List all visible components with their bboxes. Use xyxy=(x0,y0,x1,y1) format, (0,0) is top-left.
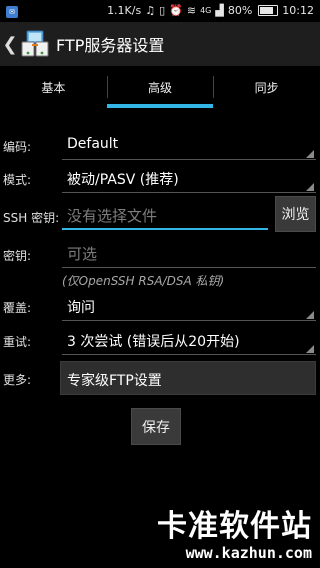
retry-spinner[interactable]: 3 次尝试 (错误后从20开始) xyxy=(62,325,316,355)
status-left: ✉ xyxy=(6,4,18,18)
battery-level xyxy=(260,7,274,14)
status-bar: ✉ 1.1K/s ♫ ▯ ⏰ ≋ 4G ▟ 80% 10:12 xyxy=(0,0,320,22)
chevron-left-icon[interactable]: ❮ xyxy=(2,22,18,66)
signal-icon: ▟ xyxy=(215,4,224,17)
retry-value: 3 次尝试 (错误后从20开始) xyxy=(67,334,240,350)
more-label: 更多: xyxy=(3,373,32,387)
wifi-icon: ≋ xyxy=(186,4,197,17)
mode-value: 被动/PASV (推荐) xyxy=(67,172,179,188)
status-right: 1.1K/s ♫ ▯ ⏰ ≋ 4G ▟ 80% 10:12 xyxy=(107,4,314,17)
expert-settings-label: 专家级FTP设置 xyxy=(67,373,162,389)
passphrase-label: 密钥: xyxy=(3,249,32,263)
dropdown-corner-icon xyxy=(306,183,314,191)
vibrate-icon: ▯ xyxy=(159,4,166,17)
tab-basic[interactable]: 基本 xyxy=(0,66,107,108)
passphrase-hint: (仅OpenSSH RSA/DSA 私钥) xyxy=(62,274,225,288)
network-type: 4G xyxy=(200,6,212,15)
retry-label: 重试: xyxy=(3,335,32,349)
watermark: 卡准软件站 www.kazhun.com xyxy=(157,509,312,563)
ftp-app-icon[interactable] xyxy=(20,29,50,59)
passphrase-input[interactable]: 可选 xyxy=(62,238,316,268)
watermark-url: www.kazhun.com xyxy=(185,544,312,562)
alarm-icon: ⏰ xyxy=(169,4,183,17)
save-button[interactable]: 保存 xyxy=(131,408,181,445)
battery-percent: 80% xyxy=(227,4,253,17)
dropdown-corner-icon xyxy=(306,311,314,319)
clock: 10:12 xyxy=(282,4,314,17)
dropdown-corner-icon xyxy=(306,150,314,158)
action-bar: ❮ FTP服务器设置 xyxy=(0,22,320,66)
passphrase-placeholder: 可选 xyxy=(67,245,98,263)
ssh-key-label: SSH 密钥: xyxy=(3,211,60,225)
notification-icon: ✉ xyxy=(6,6,18,18)
tab-advanced[interactable]: 高级 xyxy=(106,66,214,108)
mode-spinner[interactable]: 被动/PASV (推荐) xyxy=(62,163,316,193)
overwrite-value: 询问 xyxy=(67,300,95,316)
overwrite-label: 覆盖: xyxy=(3,301,32,315)
overwrite-spinner[interactable]: 询问 xyxy=(62,291,316,321)
network-speed: 1.1K/s xyxy=(107,4,142,17)
ssh-key-input[interactable]: 没有选择文件 xyxy=(62,200,268,230)
watermark-title: 卡准软件站 xyxy=(157,509,312,544)
browse-button[interactable]: 浏览 xyxy=(275,196,316,232)
encoding-spinner[interactable]: Default xyxy=(62,130,316,160)
encoding-label: 编码: xyxy=(3,140,32,154)
expert-settings-button[interactable]: 专家级FTP设置 xyxy=(60,361,316,395)
battery-icon xyxy=(258,5,279,16)
mode-label: 模式: xyxy=(3,173,32,187)
encoding-value: Default xyxy=(67,136,119,152)
headphones-icon: ♫ xyxy=(145,4,156,17)
ssh-key-placeholder: 没有选择文件 xyxy=(67,207,158,225)
tab-bar: 基本 高级 同步 xyxy=(0,66,320,108)
dropdown-corner-icon xyxy=(306,345,314,353)
page-title: FTP服务器设置 xyxy=(56,36,165,55)
tab-sync[interactable]: 同步 xyxy=(213,66,320,108)
